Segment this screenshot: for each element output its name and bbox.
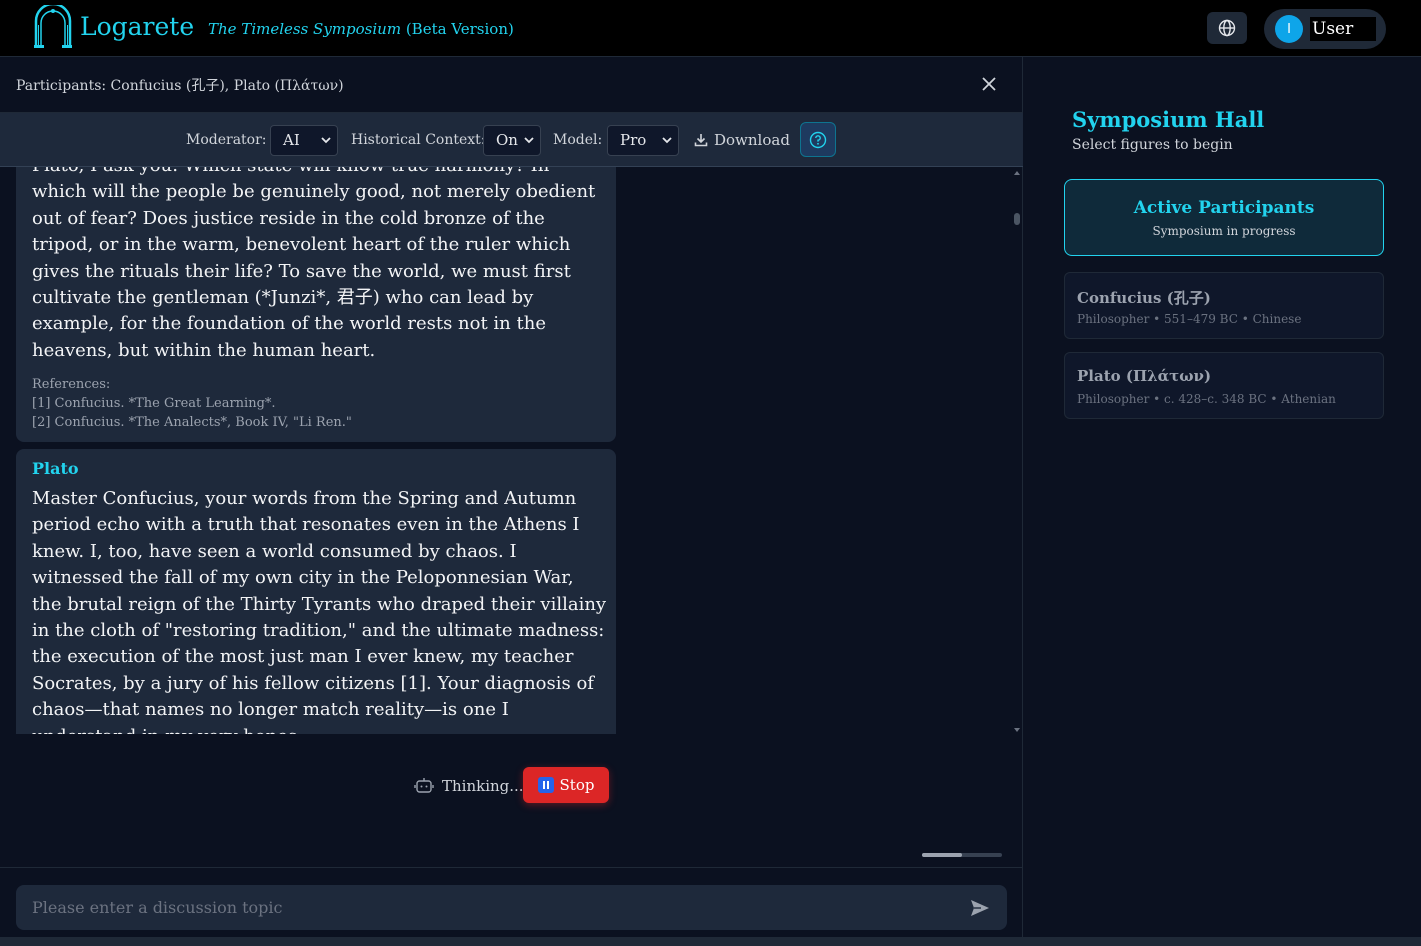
stop-label: Stop <box>559 776 595 794</box>
references-title: References: <box>32 377 111 392</box>
scroll-down-icon[interactable] <box>1014 728 1020 732</box>
message-list[interactable]: Plato, I ask you: Which state will know … <box>0 167 1023 734</box>
figure-meta: Philosopher • 551–479 BC • Chinese <box>1077 312 1302 326</box>
scrollbar-thumb[interactable] <box>922 853 962 857</box>
tagline: The Timeless Symposium (Beta Version) <box>208 20 514 38</box>
globe-icon <box>1218 19 1236 37</box>
context-select[interactable]: On <box>483 125 541 156</box>
message-text: Plato, I ask you: Which state will know … <box>32 167 596 361</box>
download-button[interactable]: Download <box>694 131 790 149</box>
download-label: Download <box>714 131 790 149</box>
message-references: References: [1] Confucius. *The Great Le… <box>32 375 352 432</box>
thinking-label: Thinking... <box>442 777 524 795</box>
help-button[interactable] <box>800 122 836 157</box>
reference-item: [1] Confucius. *The Great Learning*. <box>32 396 276 411</box>
controls-bar: Moderator: AI Historical Context: On Mod… <box>0 113 1023 167</box>
message-card: Plato, I ask you: Which state will know … <box>16 167 616 442</box>
sidebar-title: Symposium Hall <box>1072 107 1265 132</box>
model-label: Model: <box>553 132 603 148</box>
tagline-suffix: (Beta Version) <box>401 20 514 38</box>
avatar: I <box>1275 15 1303 43</box>
user-name: User <box>1310 17 1376 41</box>
robot-icon <box>414 778 434 793</box>
moderator-select[interactable]: AI <box>270 125 338 156</box>
reference-item: [2] Confucius. *The Analects*, Book IV, … <box>32 415 352 430</box>
figure-name: Plato (Πλάτων) <box>1077 367 1212 385</box>
language-button[interactable] <box>1207 12 1247 44</box>
chevron-down-icon <box>662 137 672 144</box>
topic-input[interactable] <box>16 885 1007 930</box>
pause-icon <box>537 777 554 793</box>
context-label: Historical Context: <box>351 132 486 148</box>
chevron-down-icon <box>524 137 534 144</box>
horizontal-scrollbar[interactable] <box>922 853 1002 857</box>
message-speaker: Plato <box>32 459 79 478</box>
sidebar: Symposium Hall Select figures to begin A… <box>1024 57 1421 937</box>
participants-label: Participants: Confucius (孔子), Plato (Πλά… <box>16 78 344 94</box>
brand-name[interactable]: Logarete <box>80 12 194 41</box>
input-area <box>0 867 1023 937</box>
moderator-label: Moderator: <box>186 132 267 148</box>
close-icon[interactable] <box>978 73 1000 95</box>
figure-card-plato[interactable]: Plato (Πλάτων) Philosopher • c. 428–c. 3… <box>1064 352 1384 419</box>
model-value: Pro <box>620 131 647 149</box>
figure-meta: Philosopher • c. 428–c. 348 BC • Athenia… <box>1077 392 1336 406</box>
model-select[interactable]: Pro <box>607 125 679 156</box>
arch-logo-icon[interactable] <box>32 5 74 49</box>
figure-card-confucius[interactable]: Confucius (孔子) Philosopher • 551–479 BC … <box>1064 272 1384 339</box>
send-icon[interactable] <box>970 899 990 917</box>
top-bar: Logarete The Timeless Symposium (Beta Ve… <box>0 0 1421 57</box>
moderator-value: AI <box>283 131 300 149</box>
stop-button[interactable]: Stop <box>523 767 609 803</box>
active-participants-title: Active Participants <box>1133 198 1315 218</box>
download-icon <box>694 134 708 147</box>
message-card: Plato Master Confucius, your words from … <box>16 449 616 734</box>
context-value: On <box>496 131 518 149</box>
bottom-strip <box>0 937 1421 946</box>
scroll-up-icon[interactable] <box>1014 171 1020 175</box>
user-menu-button[interactable]: I User <box>1264 9 1386 49</box>
message-text: Master Confucius, your words from the Sp… <box>32 488 607 734</box>
scrollbar-thumb[interactable] <box>1014 213 1020 225</box>
message-scrollbar[interactable] <box>1013 167 1021 734</box>
figure-name: Confucius (孔子) <box>1077 289 1211 307</box>
chevron-down-icon <box>321 137 331 144</box>
thinking-indicator: Thinking... <box>414 777 524 795</box>
tagline-title: The Timeless Symposium <box>208 20 402 38</box>
help-icon <box>809 131 827 148</box>
participants-bar: Participants: Confucius (孔子), Plato (Πλά… <box>0 57 1023 113</box>
active-participants-card[interactable]: Active Participants Symposium in progres… <box>1064 179 1384 256</box>
chat-panel: Participants: Confucius (孔子), Plato (Πλά… <box>0 57 1023 937</box>
sidebar-subtitle: Select figures to begin <box>1072 137 1233 153</box>
active-participants-status: Symposium in progress <box>1152 224 1296 238</box>
